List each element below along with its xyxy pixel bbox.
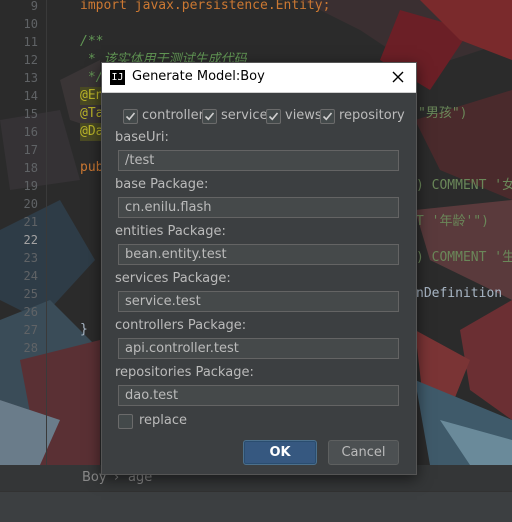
checkbox-label: controller — [142, 108, 205, 123]
code-annotation: @Da — [80, 123, 104, 141]
repositories-package-input[interactable] — [118, 385, 399, 406]
code-line-comment: /** — [80, 34, 104, 49]
code-annotation: @Ta — [80, 106, 104, 121]
repositories-package-label: repositories Package: — [115, 365, 254, 380]
code-line-comment: */ — [80, 70, 104, 85]
line-number: 9 — [30, 0, 38, 13]
base-uri-label: baseUri: — [115, 130, 169, 145]
line-number: 14 — [23, 89, 38, 103]
services-package-input[interactable] — [118, 291, 399, 312]
services-package-label: services Package: — [115, 271, 231, 286]
gutter-separator — [46, 0, 47, 465]
line-number: 21 — [23, 215, 38, 229]
base-uri-input[interactable] — [118, 150, 399, 171]
line-number: 27 — [23, 323, 38, 337]
ok-button[interactable]: OK — [243, 440, 317, 465]
line-number: 23 — [23, 251, 38, 265]
code-fragment: ) COMMENT '生 — [416, 250, 512, 265]
base-package-label: base Package: — [115, 177, 209, 192]
code-line-import: import javax.persistence.Entity; — [80, 0, 331, 13]
line-number: 20 — [23, 197, 38, 211]
line-number: 18 — [23, 161, 38, 175]
cancel-button[interactable]: Cancel — [328, 440, 399, 465]
generate-options: controller service views repository — [123, 108, 413, 126]
checkbox-label: service — [221, 108, 268, 123]
bottom-toolbar — [0, 491, 512, 522]
line-number: 17 — [23, 143, 38, 157]
line-number: 10 — [23, 17, 38, 31]
code-keyword: pub — [80, 160, 104, 175]
generate-model-dialog: IJ Generate Model:Boy controller service… — [101, 62, 417, 475]
checkbox-box — [202, 109, 217, 124]
line-number: 15 — [23, 107, 38, 121]
dialog-titlebar[interactable]: IJ Generate Model:Boy — [102, 63, 416, 93]
close-icon — [392, 71, 404, 83]
checkmark-icon — [204, 112, 215, 121]
checkmark-icon — [322, 112, 333, 121]
entities-package-label: entities Package: — [115, 224, 226, 239]
line-number-current: 22 — [23, 233, 38, 247]
checkbox-label: repository — [339, 108, 405, 123]
line-number: 13 — [23, 71, 38, 85]
intellij-logo-icon: IJ — [110, 70, 125, 85]
entities-package-input[interactable] — [118, 244, 399, 265]
code-fragment: nDefinition — [416, 286, 503, 301]
base-package-input[interactable] — [118, 197, 399, 218]
checkbox-box — [266, 109, 281, 124]
checkmark-icon — [268, 112, 279, 121]
line-number: 19 — [23, 179, 38, 193]
line-number: 28 — [23, 341, 38, 355]
checkmark-icon — [125, 112, 136, 121]
checkbox-label: views — [285, 108, 322, 123]
code-fragment: "男孩") — [418, 106, 468, 121]
code-fragment: T '年龄'") — [416, 214, 489, 229]
code-brace: } — [80, 322, 88, 337]
code-fragment: ) COMMENT '女 — [416, 178, 512, 193]
close-button[interactable] — [388, 67, 408, 87]
checkbox-box — [320, 109, 335, 124]
line-number: 25 — [23, 287, 38, 301]
controllers-package-input[interactable] — [118, 338, 399, 359]
line-number: 12 — [23, 53, 38, 67]
checkbox-box — [123, 109, 138, 124]
line-number: 11 — [23, 35, 38, 49]
controllers-package-label: controllers Package: — [115, 318, 247, 333]
checkbox-label: replace — [139, 413, 188, 428]
dialog-title: Generate Model:Boy — [132, 69, 265, 84]
line-number: 24 — [23, 269, 38, 283]
line-number: 26 — [23, 305, 38, 319]
checkbox-box — [118, 414, 133, 429]
line-number: 16 — [23, 125, 38, 139]
code-annotation: @En — [80, 87, 104, 105]
